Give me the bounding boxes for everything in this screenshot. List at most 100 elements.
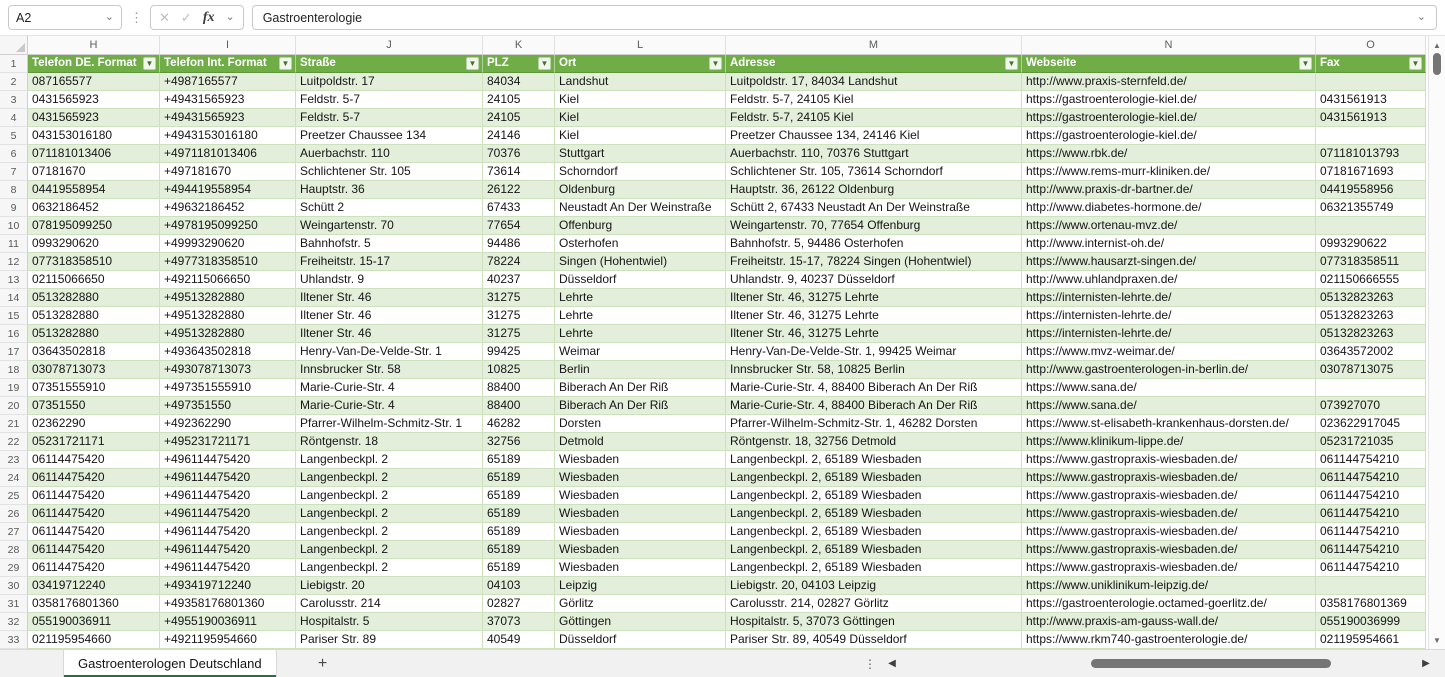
formula-bar[interactable]: Gastroenterologie ⌄ (252, 5, 1437, 30)
cell[interactable]: http://www.praxis-am-gauss-wall.de/ (1022, 613, 1316, 631)
cell[interactable]: https://www.sana.de/ (1022, 379, 1316, 397)
cell[interactable]: https://gastroenterologie-kiel.de/ (1022, 91, 1316, 109)
cell[interactable]: 40237 (483, 271, 555, 289)
cell[interactable]: http://www.praxis-sternfeld.de/ (1022, 73, 1316, 91)
cell[interactable]: 31275 (483, 325, 555, 343)
cell[interactable]: 03078713075 (1316, 361, 1426, 379)
cell[interactable]: Langenbeckpl. 2 (296, 451, 483, 469)
cell[interactable]: +49993290620 (160, 235, 296, 253)
cell[interactable]: https://www.rbk.de/ (1022, 145, 1316, 163)
cell[interactable]: Langenbeckpl. 2 (296, 559, 483, 577)
cell[interactable]: Langenbeckpl. 2, 65189 Wiesbaden (726, 487, 1022, 505)
cell[interactable]: 65189 (483, 559, 555, 577)
cell[interactable]: 0431565923 (28, 109, 160, 127)
cell[interactable]: Marie-Curie-Str. 4, 88400 Biberach An De… (726, 397, 1022, 415)
vertical-scrollbar-thumb[interactable] (1433, 53, 1441, 75)
cell[interactable]: Düsseldorf (555, 271, 726, 289)
cell[interactable]: 077318358510 (28, 253, 160, 271)
cell[interactable]: Göttingen (555, 613, 726, 631)
cell[interactable]: Leipzig (555, 577, 726, 595)
cell[interactable]: Preetzer Chaussee 134 (296, 127, 483, 145)
row-number[interactable]: 22 (0, 433, 28, 451)
cell[interactable]: +497351555910 (160, 379, 296, 397)
cell[interactable]: 04419558956 (1316, 181, 1426, 199)
cell[interactable]: Wiesbaden (555, 451, 726, 469)
cell[interactable]: 84034 (483, 73, 555, 91)
cell[interactable]: Luitpoldstr. 17, 84034 Landshut (726, 73, 1022, 91)
cell[interactable]: 65189 (483, 487, 555, 505)
cell[interactable]: 99425 (483, 343, 555, 361)
cell[interactable]: 06114475420 (28, 523, 160, 541)
scroll-left-icon[interactable]: ◀ (881, 658, 903, 669)
cell[interactable] (1316, 217, 1426, 235)
row-number[interactable]: 24 (0, 469, 28, 487)
cell[interactable]: 071181013406 (28, 145, 160, 163)
cell[interactable]: Hauptstr. 36 (296, 181, 483, 199)
cell[interactable]: Pariser Str. 89 (296, 631, 483, 649)
cell[interactable]: 07181671693 (1316, 163, 1426, 181)
cell[interactable]: 78224 (483, 253, 555, 271)
cell[interactable]: Röntgenstr. 18 (296, 433, 483, 451)
cell[interactable]: 087165577 (28, 73, 160, 91)
cell[interactable]: Langenbeckpl. 2, 65189 Wiesbaden (726, 559, 1022, 577)
cell[interactable]: 40549 (483, 631, 555, 649)
column-header-fax[interactable]: Fax ▼ (1316, 55, 1426, 73)
cell[interactable]: https://www.gastropraxis-wiesbaden.de/ (1022, 523, 1316, 541)
cell[interactable]: Wiesbaden (555, 559, 726, 577)
cell[interactable]: Schorndorf (555, 163, 726, 181)
cell[interactable]: 05132823263 (1316, 325, 1426, 343)
cell[interactable]: 0358176801369 (1316, 595, 1426, 613)
cell[interactable]: Pfarrer-Wilhelm-Schmitz-Str. 1, 46282 Do… (726, 415, 1022, 433)
row-number[interactable]: 23 (0, 451, 28, 469)
cell[interactable]: http://www.diabetes-hormone.de/ (1022, 199, 1316, 217)
column-header-webseite[interactable]: Webseite ▼ (1022, 55, 1316, 73)
cell[interactable]: Innsbrucker Str. 58, 10825 Berlin (726, 361, 1022, 379)
horizontal-scrollbar-thumb[interactable] (1091, 659, 1331, 668)
row-number[interactable]: 10 (0, 217, 28, 235)
row-number[interactable]: 13 (0, 271, 28, 289)
cell[interactable]: 0513282880 (28, 307, 160, 325)
cell[interactable]: http://www.gastroenterologen-in-berlin.d… (1022, 361, 1316, 379)
cell[interactable]: Düsseldorf (555, 631, 726, 649)
column-header-telefon-int-format[interactable]: Telefon Int. Format ▼ (160, 55, 296, 73)
column-header-plz[interactable]: PLZ ▼ (483, 55, 555, 73)
vertical-scrollbar[interactable]: ▲ ▼ (1428, 36, 1445, 649)
cell[interactable]: Auerbachstr. 110, 70376 Stuttgart (726, 145, 1022, 163)
cell[interactable]: 023622917045 (1316, 415, 1426, 433)
cell[interactable]: 061144754210 (1316, 541, 1426, 559)
cell[interactable]: Schütt 2, 67433 Neustadt An Der Weinstra… (726, 199, 1022, 217)
cell[interactable]: https://gastroenterologie.octamed-goerli… (1022, 595, 1316, 613)
cell[interactable]: https://gastroenterologie-kiel.de/ (1022, 109, 1316, 127)
cell[interactable]: +4921195954660 (160, 631, 296, 649)
cell[interactable]: 055190036911 (28, 613, 160, 631)
sheet-options-icon[interactable]: ⋮ (859, 657, 881, 671)
cell[interactable]: Freiheitstr. 15-17 (296, 253, 483, 271)
row-number[interactable]: 1 (0, 55, 28, 73)
cell[interactable]: Weimar (555, 343, 726, 361)
cell[interactable]: 061144754210 (1316, 451, 1426, 469)
cell[interactable]: Liebigstr. 20 (296, 577, 483, 595)
chevron-down-icon[interactable]: ⌄ (225, 12, 234, 23)
cell[interactable]: Detmold (555, 433, 726, 451)
cell[interactable]: 04419558954 (28, 181, 160, 199)
cell[interactable]: 88400 (483, 379, 555, 397)
cell[interactable]: Weingartenstr. 70, 77654 Offenburg (726, 217, 1022, 235)
cell[interactable]: Langenbeckpl. 2, 65189 Wiesbaden (726, 451, 1022, 469)
cell[interactable]: 67433 (483, 199, 555, 217)
cell[interactable]: Langenbeckpl. 2 (296, 487, 483, 505)
cell[interactable]: Weingartenstr. 70 (296, 217, 483, 235)
filter-button[interactable]: ▼ (1409, 57, 1422, 70)
cell[interactable]: 021195954660 (28, 631, 160, 649)
cell[interactable]: 0513282880 (28, 325, 160, 343)
cell[interactable]: 07351555910 (28, 379, 160, 397)
cell[interactable]: 0632186452 (28, 199, 160, 217)
cell[interactable]: 061144754210 (1316, 505, 1426, 523)
horizontal-scrollbar[interactable] (903, 659, 1415, 669)
cell[interactable]: Feldstr. 5-7, 24105 Kiel (726, 109, 1022, 127)
row-number[interactable]: 11 (0, 235, 28, 253)
cell[interactable]: https://www.rems-murr-kliniken.de/ (1022, 163, 1316, 181)
filter-button[interactable]: ▼ (538, 57, 551, 70)
insert-function-icon[interactable]: fx (203, 11, 215, 25)
cell[interactable]: +497351550 (160, 397, 296, 415)
cell[interactable]: 24105 (483, 91, 555, 109)
